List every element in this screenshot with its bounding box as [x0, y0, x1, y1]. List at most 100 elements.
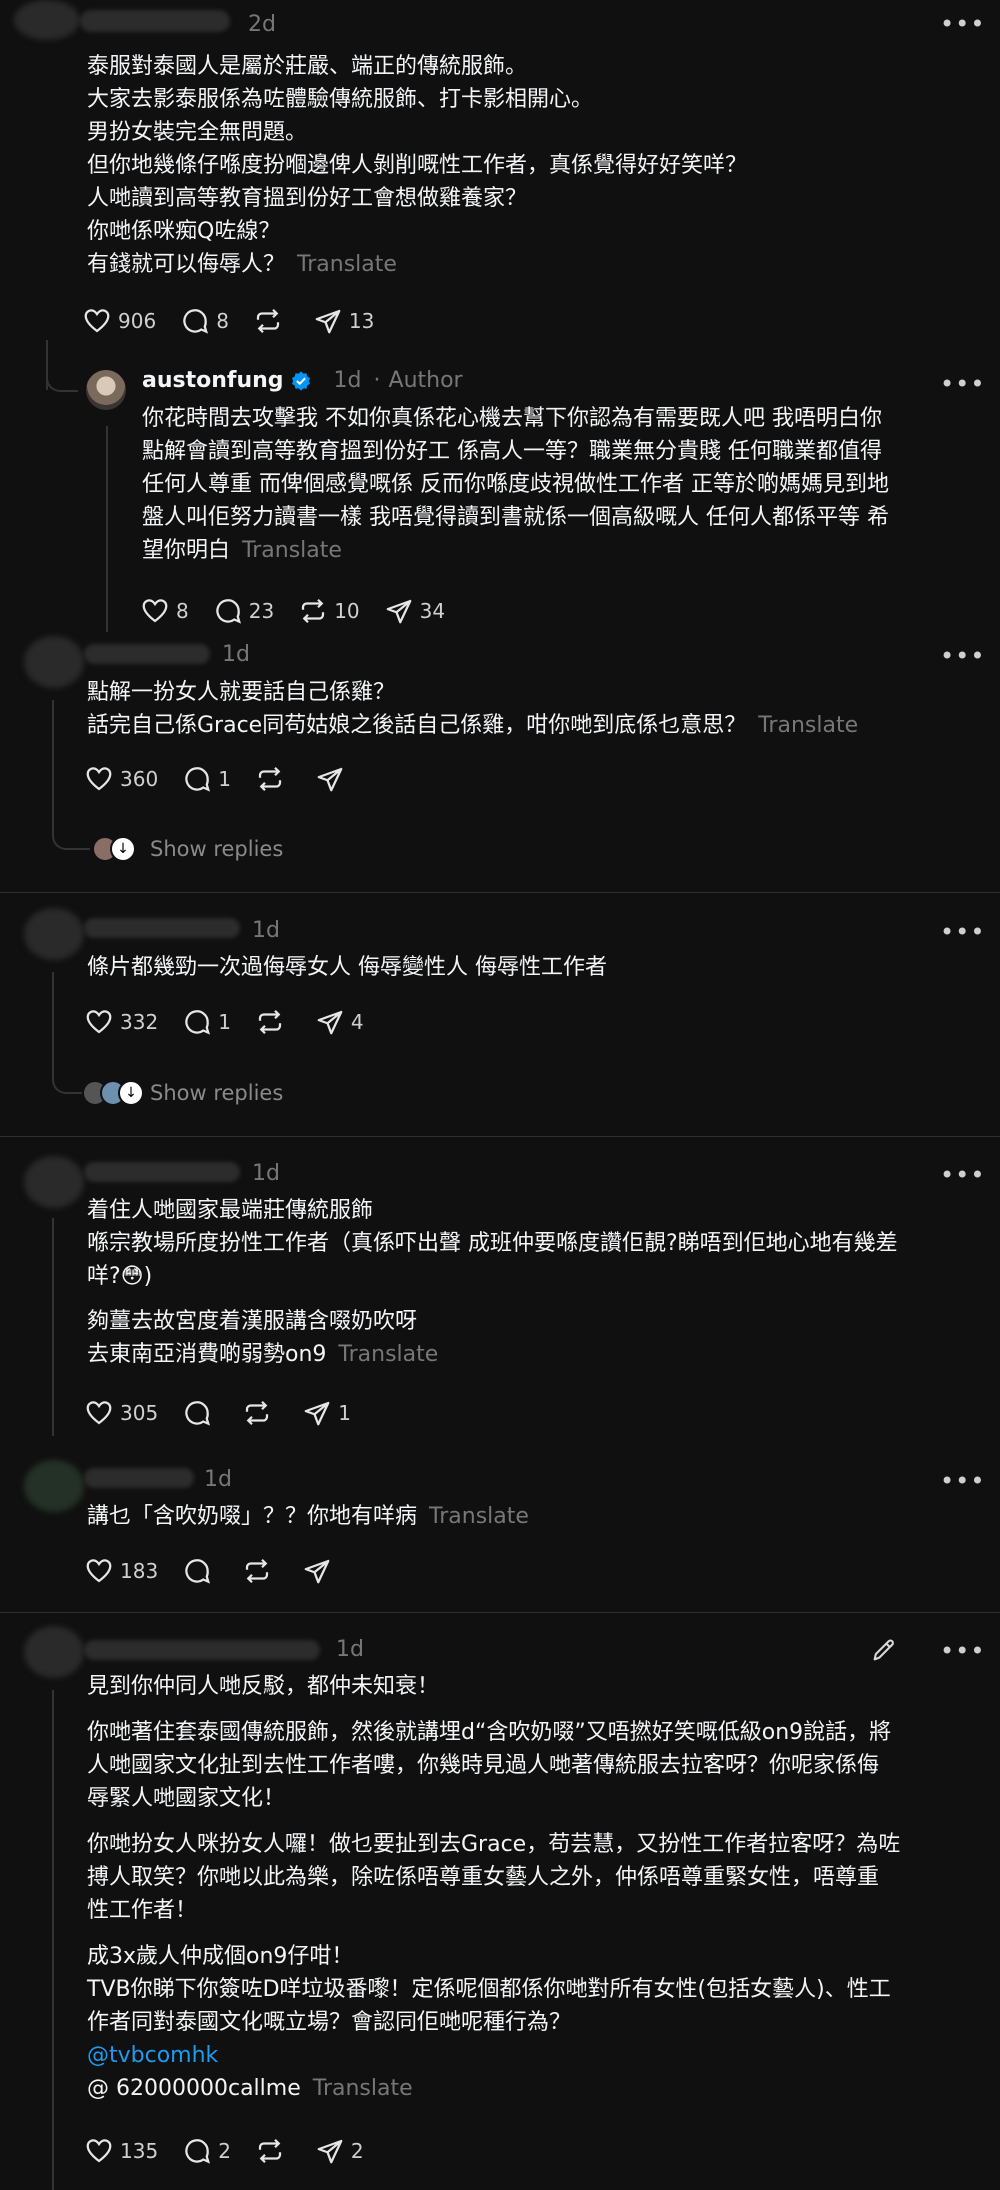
like-button[interactable]: 360: [84, 764, 158, 794]
translate-link[interactable]: Translate: [242, 538, 342, 563]
share-button[interactable]: 13: [313, 306, 374, 336]
comment-line: 望你明白: [142, 538, 231, 563]
share-icon: [304, 1401, 330, 1426]
translate-link[interactable]: Translate: [338, 1342, 438, 1367]
username-redacted[interactable]: [84, 1162, 240, 1182]
action-bar: 305 1: [84, 1398, 375, 1428]
share-button[interactable]: [315, 764, 351, 794]
timestamp: 1d: [252, 1161, 280, 1186]
reply-button[interactable]: 2: [182, 2136, 231, 2166]
repost-button[interactable]: [255, 1007, 291, 1037]
translate-link[interactable]: Translate: [297, 252, 397, 277]
comment-line: 大家去影泰服係為咗體驗傳統服飾、打卡影相開心。: [87, 87, 594, 112]
share-button[interactable]: 4: [315, 1007, 364, 1037]
show-replies-label: Show replies: [150, 837, 284, 861]
avatar[interactable]: [24, 1460, 84, 1512]
share-button[interactable]: 34: [384, 596, 445, 626]
repost-button[interactable]: [253, 306, 289, 336]
mention-link[interactable]: @tvbcomhk: [87, 2039, 967, 2072]
comment-line: 喺宗教場所度扮性工作者（真係吓出聲 成班仲要喺度讚佢靚?睇唔到佢地心地有幾差: [87, 1231, 898, 1256]
reply-button[interactable]: 1: [182, 764, 231, 794]
username-redacted[interactable]: [80, 10, 230, 32]
thread-line: [52, 700, 54, 830]
action-bar: 906 8 13: [82, 306, 398, 336]
comment-line: 着住人哋國家最端莊傳統服飾: [87, 1198, 374, 1223]
divider: [0, 892, 1000, 893]
comment-line: 去東南亞消費啲弱勢on9: [87, 1342, 327, 1367]
reply-count: 23: [248, 599, 275, 623]
repost-button[interactable]: [242, 1398, 278, 1428]
like-button[interactable]: 906: [82, 306, 156, 336]
avatar[interactable]: [24, 1156, 84, 1208]
like-button[interactable]: 8: [140, 596, 189, 626]
comment-text: 點解一扮女人就要話自己係雞？ 話完自己係Grace同苟姑娘之後話自己係雞，咁你哋…: [87, 676, 967, 742]
show-replies[interactable]: ↓ Show replies: [92, 836, 283, 862]
like-button[interactable]: 135: [84, 2136, 158, 2166]
comment-line: 任何人尊重 而俾個感覺嘅係 反而你喺度歧視做性工作者 正等於啲媽媽見到地: [142, 472, 889, 497]
share-icon: [317, 767, 343, 792]
reply-button[interactable]: [182, 1556, 218, 1586]
share-count: 34: [419, 599, 446, 623]
avatar[interactable]: [24, 908, 84, 960]
repost-icon: [246, 1558, 269, 1584]
like-button[interactable]: 332: [84, 1007, 158, 1037]
reply-button[interactable]: 23: [213, 596, 274, 626]
more-icon[interactable]: •••: [940, 918, 985, 946]
more-icon[interactable]: •••: [940, 370, 985, 398]
avatar[interactable]: [24, 636, 84, 688]
more-icon[interactable]: •••: [940, 1467, 985, 1495]
like-button[interactable]: 183: [84, 1556, 158, 1586]
comment-line: 話完自己係Grace同苟姑娘之後話自己係雞，咁你哋到底係乜意思？: [87, 713, 747, 738]
username-redacted[interactable]: [84, 918, 240, 938]
username-redacted[interactable]: [84, 644, 210, 664]
share-button[interactable]: [302, 1556, 338, 1586]
comment-line: 泰服對泰國人是屬於莊嚴、端正的傳統服飾。: [87, 54, 528, 79]
repost-button[interactable]: [242, 1556, 278, 1586]
share-button[interactable]: 1: [302, 1398, 351, 1428]
heart-icon: [86, 1559, 112, 1583]
more-icon[interactable]: •••: [940, 1161, 985, 1189]
edit-icon[interactable]: [870, 1636, 898, 1664]
more-icon[interactable]: •••: [940, 1637, 985, 1665]
avatar[interactable]: [14, 0, 80, 40]
translate-link[interactable]: Translate: [313, 2076, 413, 2101]
username-redacted[interactable]: [84, 1640, 320, 1660]
share-button[interactable]: 2: [315, 2136, 364, 2166]
author-header: austonfung 1d · Author: [142, 368, 463, 393]
share-count: 1: [338, 1401, 351, 1425]
author-tag: Author: [388, 368, 463, 393]
timestamp: 1d: [336, 1637, 364, 1662]
reply-button[interactable]: 8: [180, 306, 229, 336]
repost-button[interactable]: 10: [298, 596, 360, 626]
comment-line: 盤人叫佢努力讀書一樣 我唔覺得讀到書就係一個高級嘅人 任何人都係平等 希: [142, 505, 889, 530]
comment-line: 成3x歲人仲成個on9仔咁！: [87, 1944, 354, 1969]
action-bar: 8 23 10 34: [140, 596, 469, 626]
comment-text: 着住人哋國家最端莊傳統服飾 喺宗教場所度扮性工作者（真係吓出聲 成班仲要喺度讚佢…: [87, 1194, 967, 1371]
comment-text: 講乜「含吹奶啜」？？你地有咩病 Translate: [87, 1500, 967, 1533]
comment-line: 你花時間去攻擊我 不如你真係花心機去幫下你認為有需要既人吧 我唔明白你: [142, 406, 882, 431]
like-button[interactable]: 305: [84, 1398, 158, 1428]
like-count: 906: [118, 309, 157, 333]
like-count: 332: [120, 1010, 159, 1034]
translate-link[interactable]: Translate: [758, 713, 858, 738]
thread-line: [106, 426, 108, 632]
reply-count: 1: [218, 767, 231, 791]
repost-button[interactable]: [255, 764, 291, 794]
username[interactable]: austonfung: [142, 368, 284, 393]
comment-icon: [183, 309, 209, 334]
more-icon[interactable]: •••: [940, 642, 985, 670]
comment-line: 條片都幾勁一次過侮辱女人 侮辱變性人 侮辱性工作者: [87, 955, 607, 980]
avatar[interactable]: [24, 1626, 84, 1678]
author-avatar[interactable]: [86, 370, 126, 410]
reply-button[interactable]: [182, 1398, 218, 1428]
username-redacted[interactable]: [84, 1468, 194, 1488]
repost-button[interactable]: [255, 2136, 291, 2166]
more-icon[interactable]: •••: [940, 10, 985, 38]
arrow-down-icon: ↓: [110, 836, 136, 862]
show-replies[interactable]: ↓ Show replies: [82, 1080, 283, 1106]
heart-icon: [86, 1010, 112, 1034]
like-count: 305: [120, 1401, 159, 1425]
comment-line: 男扮女裝完全無問題。: [87, 120, 308, 145]
translate-link[interactable]: Translate: [429, 1504, 529, 1529]
reply-button[interactable]: 1: [182, 1007, 231, 1037]
